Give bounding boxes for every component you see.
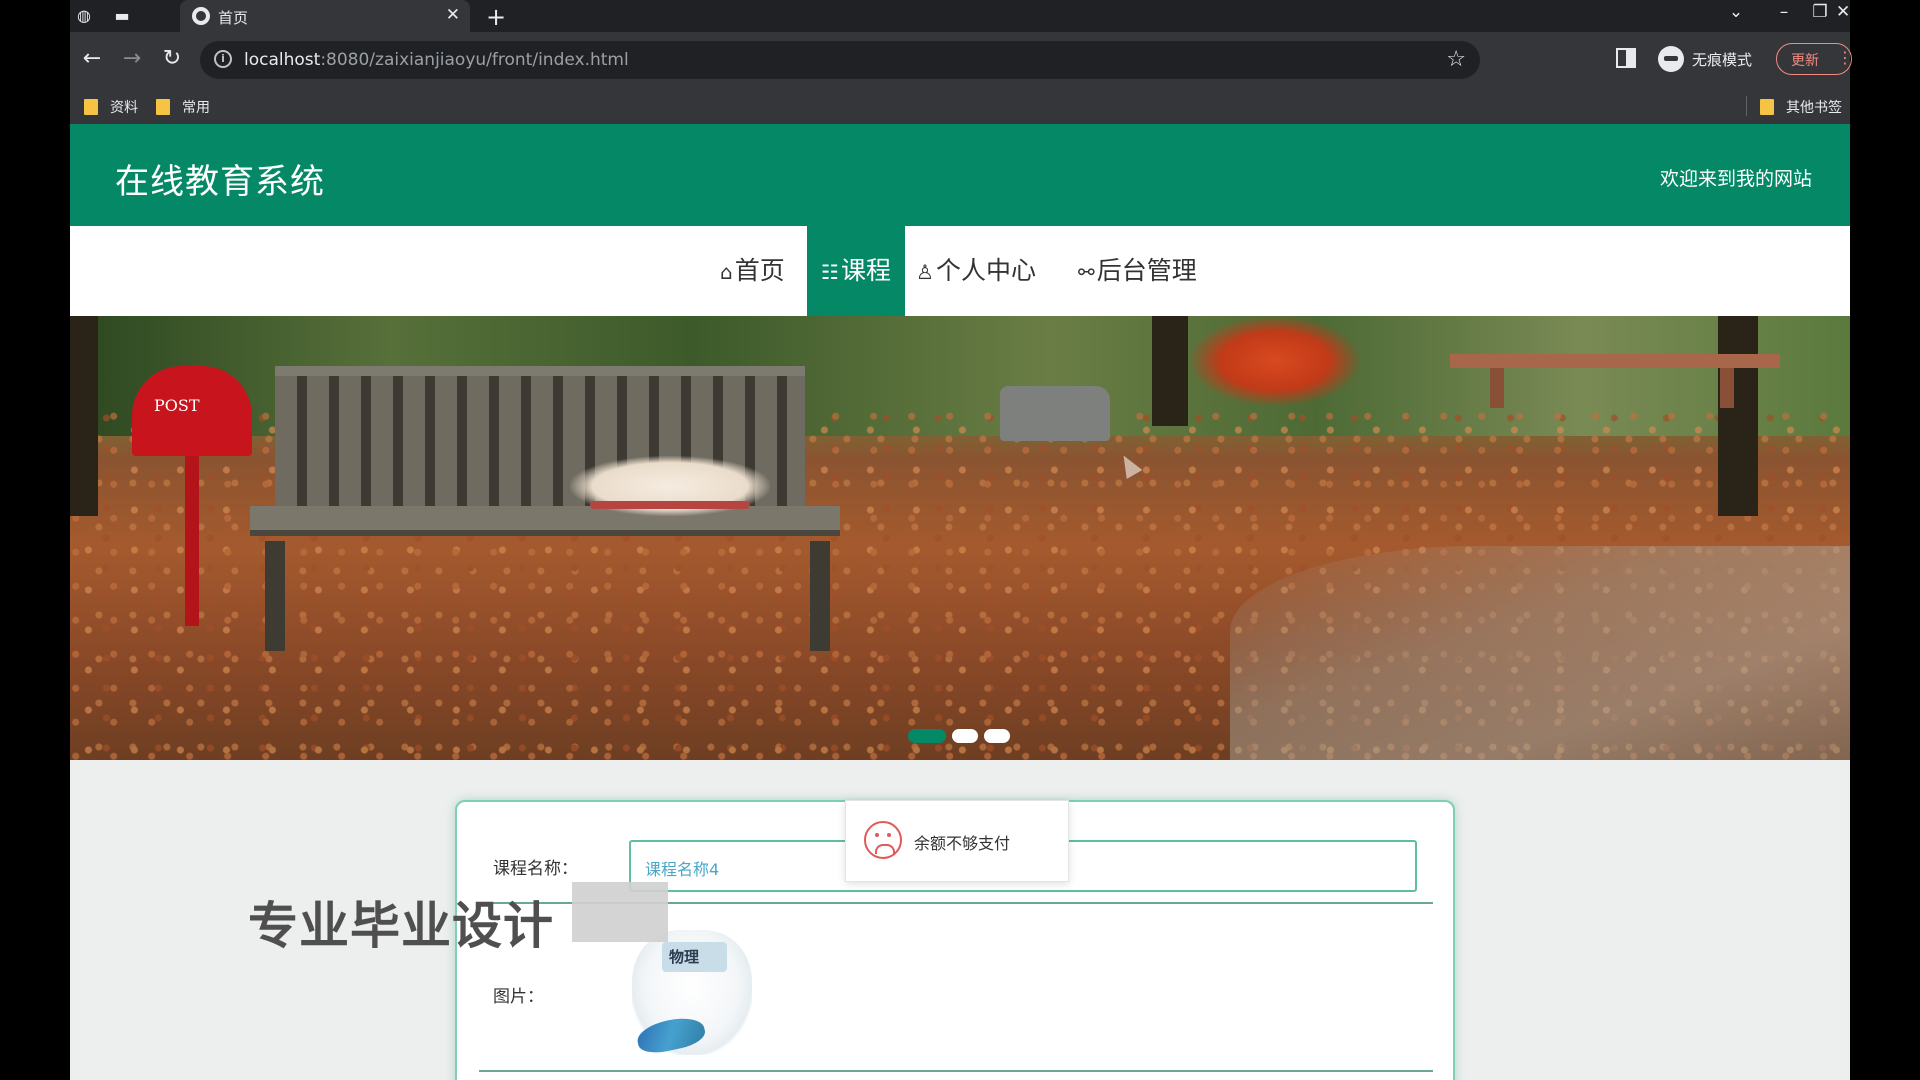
tab-list-icon[interactable]: ⌄: [1722, 2, 1750, 22]
globe-icon: [192, 7, 210, 25]
browser-toolbar: ← → ↻ i localhost:8080/zaixianjiaoyu/fro…: [70, 32, 1853, 88]
incognito-label: 无痕模式: [1692, 51, 1753, 69]
new-tab-icon[interactable]: +: [486, 3, 506, 31]
sad-face-icon: [864, 821, 902, 859]
folder-icon: [84, 99, 98, 115]
bookmark-star-icon[interactable]: ☆: [1446, 47, 1466, 72]
window-close-icon[interactable]: ✕: [1836, 2, 1850, 22]
watermark-blur: [572, 882, 668, 942]
link-icon: ⚯: [1078, 260, 1095, 284]
tab-search-icon[interactable]: ▬: [112, 7, 132, 25]
watermark-text: 专业毕业设计: [248, 897, 554, 955]
banner-trunk: [70, 316, 98, 516]
reload-icon[interactable]: ↻: [158, 46, 186, 71]
bookmark-separator: [1746, 96, 1747, 116]
nav-home[interactable]: ⌂首页: [706, 226, 799, 316]
nav-courses[interactable]: ☷课程: [807, 226, 905, 316]
toast-message: 余额不够支付: [914, 834, 1011, 853]
folder-icon: [1760, 99, 1774, 115]
address-bar[interactable]: i localhost:8080/zaixianjiaoyu/front/ind…: [200, 41, 1480, 79]
banner-bench-leg: [810, 541, 830, 651]
banner-trunk: [1152, 316, 1188, 426]
banner-carousel[interactable]: POST: [70, 316, 1850, 760]
side-panel-icon[interactable]: [1616, 48, 1636, 68]
bookmark-folder-2[interactable]: 常用: [156, 97, 210, 117]
web-page: 在线教育系统 欢迎来到我的网站 ⌂首页 ☷课程 ♙个人中心 ⚯后台管理 POST: [70, 124, 1850, 1080]
browser-app-icon[interactable]: ◍: [74, 7, 94, 25]
banner-path: [1230, 546, 1850, 760]
tab-strip: ◍ ▬ 首页 ✕ + ⌄ – ❐ ✕: [70, 0, 1850, 32]
bookmarks-bar: 资料 常用 其他书签: [70, 88, 1850, 124]
banner-rock: [1000, 386, 1110, 441]
user-icon: ♙: [916, 260, 934, 284]
update-button[interactable]: 更新 ⋮: [1776, 43, 1853, 75]
back-icon[interactable]: ←: [78, 46, 106, 71]
url-text: localhost:8080/zaixianjiaoyu/front/index…: [244, 50, 629, 70]
other-bookmarks[interactable]: 其他书签: [1760, 97, 1842, 117]
row-divider: [479, 1070, 1433, 1072]
more-menu-icon[interactable]: ⋮: [1837, 48, 1853, 67]
banner-red-tree: [1190, 316, 1360, 406]
course-icon: ☷: [821, 260, 839, 284]
banner-book-cover: [590, 501, 750, 509]
banner-picnic-table: [1450, 354, 1780, 368]
error-toast: 余额不够支付: [845, 800, 1069, 882]
main-nav: ⌂首页 ☷课程 ♙个人中心 ⚯后台管理: [70, 226, 1850, 316]
banner-trunk: [1718, 316, 1758, 516]
forward-icon[interactable]: →: [118, 46, 146, 71]
restore-icon[interactable]: ❐: [1806, 2, 1834, 22]
folder-icon: [156, 99, 170, 115]
banner-table-leg: [1720, 368, 1734, 408]
tab-home[interactable]: 首页 ✕: [180, 0, 470, 32]
course-name-label: 课程名称：: [493, 859, 578, 879]
site-info-icon[interactable]: i: [214, 50, 232, 68]
incognito-icon[interactable]: [1658, 46, 1684, 72]
home-icon: ⌂: [720, 260, 733, 284]
picture-label: 图片：: [493, 987, 544, 1007]
bookmark-folder-1[interactable]: 资料: [84, 97, 138, 117]
carousel-dot-3[interactable]: [984, 729, 1010, 743]
site-title: 在线教育系统: [115, 162, 325, 202]
nav-personal-center[interactable]: ♙个人中心: [902, 226, 1050, 316]
minimize-icon[interactable]: –: [1770, 2, 1798, 22]
carousel-dot-2[interactable]: [952, 729, 978, 743]
site-welcome: 欢迎来到我的网站: [1659, 168, 1812, 190]
carousel-dot-1[interactable]: [908, 729, 946, 743]
banner-mailbox-post: [185, 456, 199, 626]
nav-admin[interactable]: ⚯后台管理: [1064, 226, 1211, 316]
course-image-text: 物理: [669, 948, 700, 966]
banner-bench-leg: [265, 541, 285, 651]
course-name-value: 课程名称4: [645, 860, 720, 879]
browser-window: ◍ ▬ 首页 ✕ + ⌄ – ❐ ✕ ← → ↻ i localhost:808…: [70, 0, 1853, 1080]
mailbox-text: POST: [154, 396, 200, 415]
close-tab-icon[interactable]: ✕: [446, 5, 460, 25]
tab-title: 首页: [218, 9, 249, 27]
site-header: 在线教育系统 欢迎来到我的网站: [70, 124, 1850, 226]
screen: ◍ ▬ 首页 ✕ + ⌄ – ❐ ✕ ← → ↻ i localhost:808…: [0, 0, 1920, 1080]
banner-table-leg: [1490, 368, 1504, 408]
